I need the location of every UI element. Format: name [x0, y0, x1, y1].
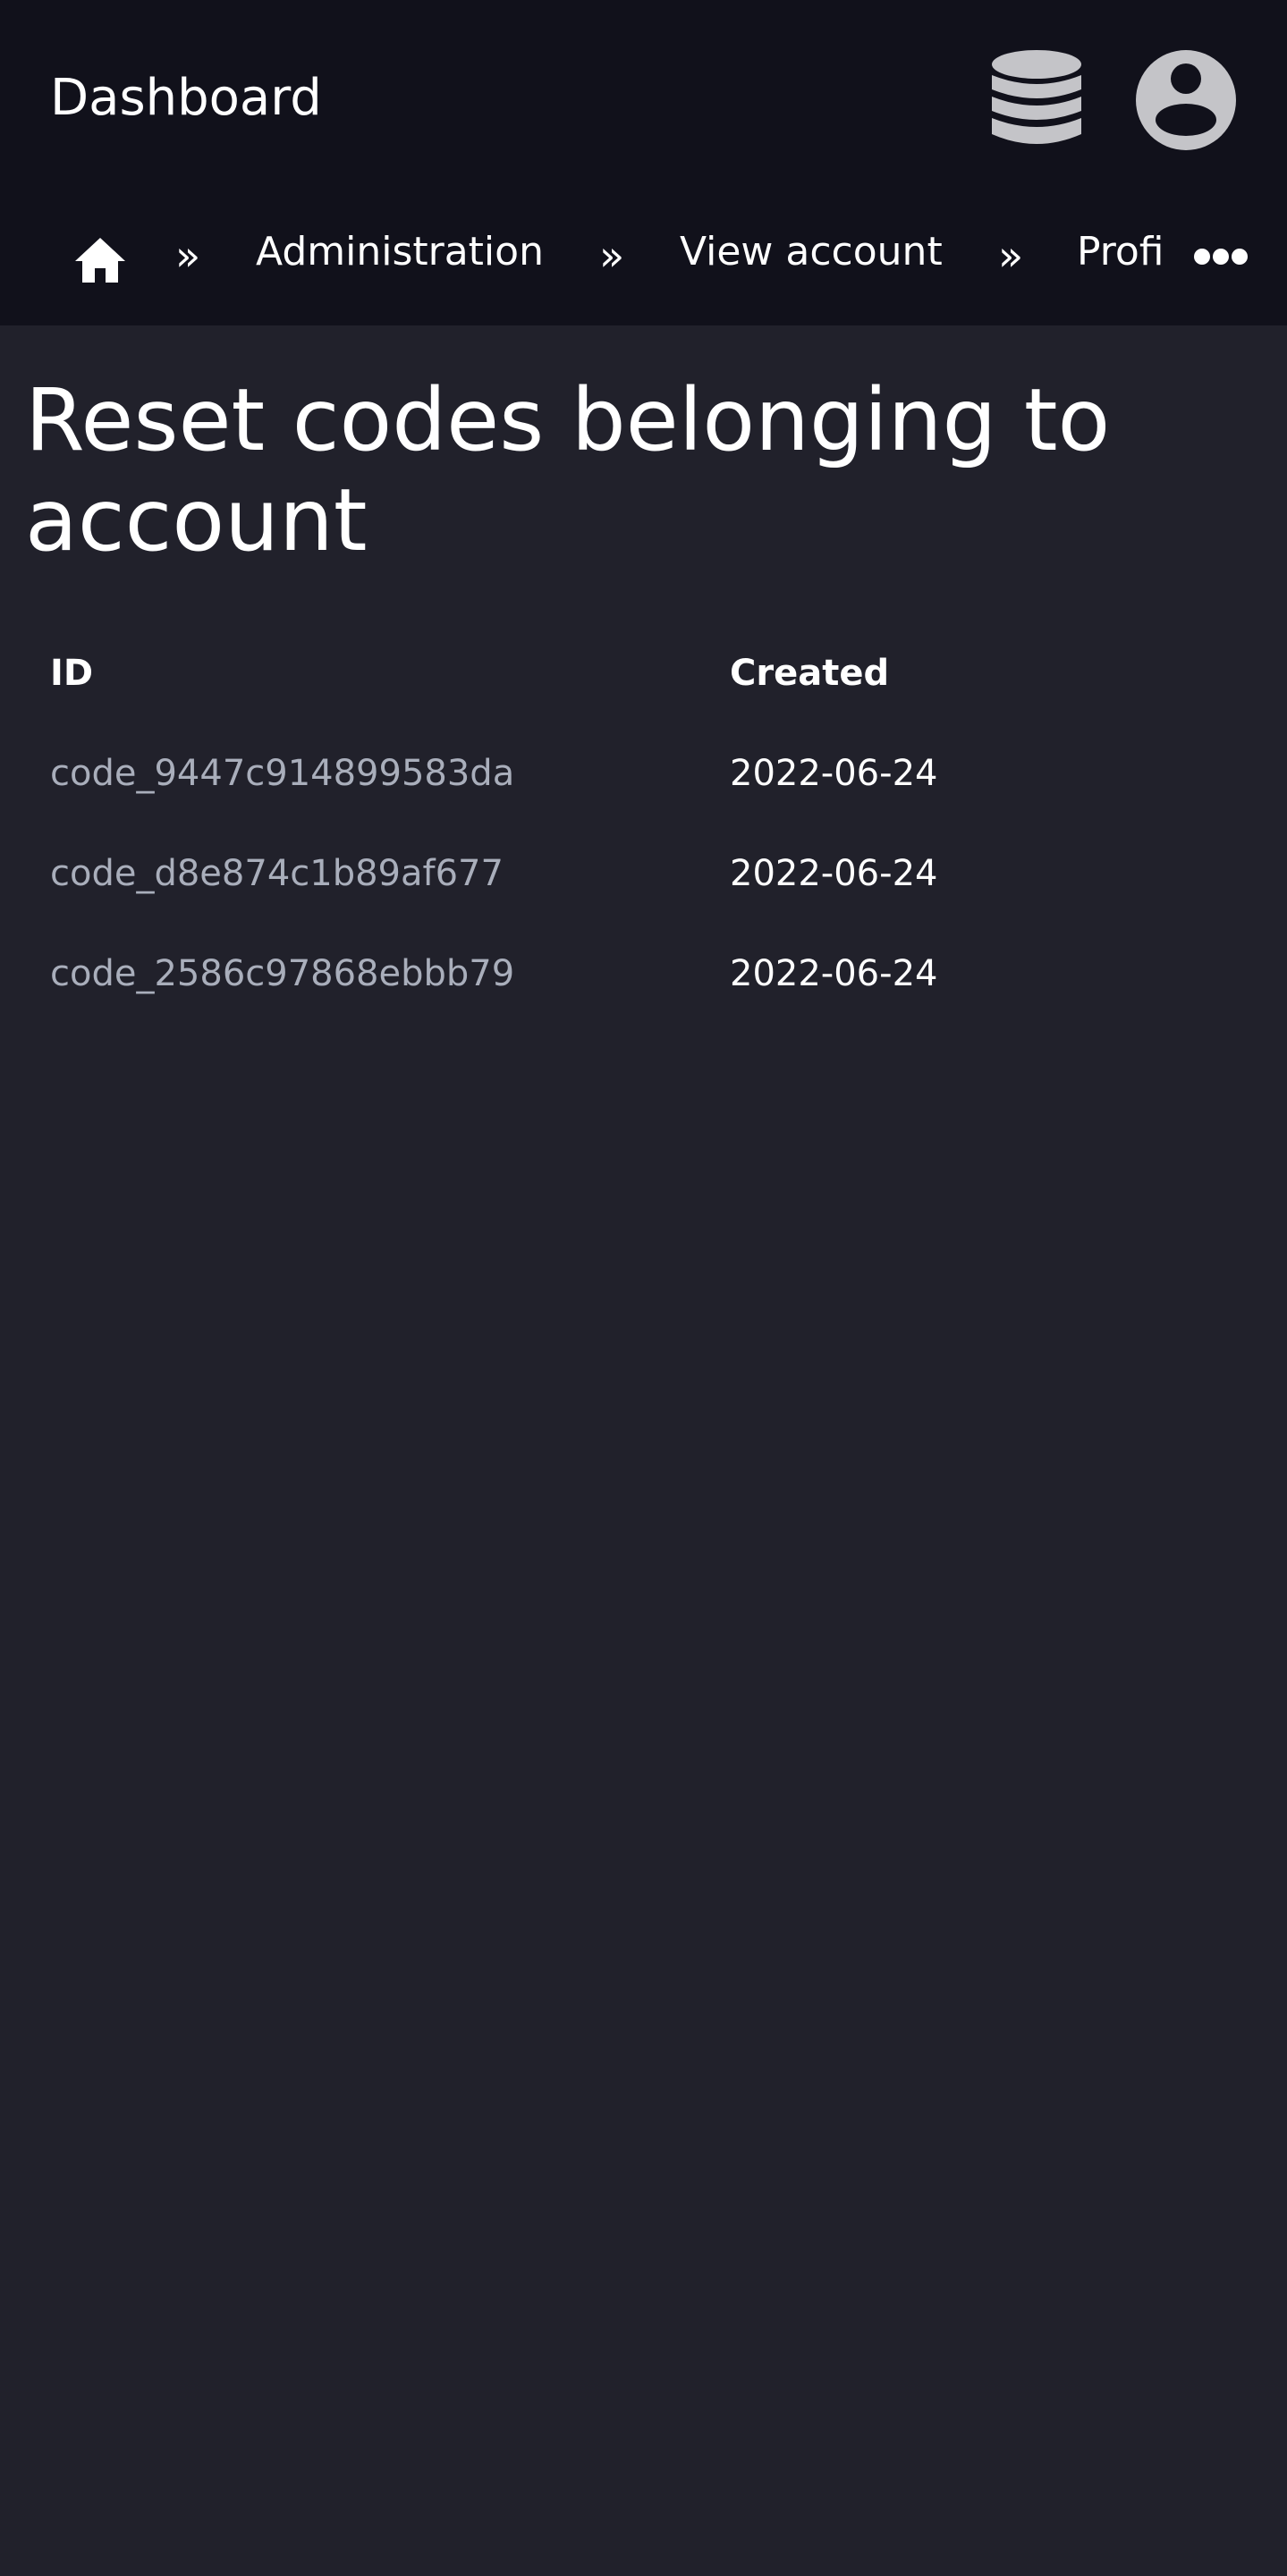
user-circle-icon[interactable] — [1134, 48, 1238, 152]
created-date: 2022-06-24 — [730, 853, 938, 894]
breadcrumb-separator: » — [599, 232, 625, 280]
reset-code-id-link[interactable]: code_9447c914899583da — [50, 751, 514, 796]
breadcrumb-separator: » — [998, 232, 1024, 280]
ellipsis-icon[interactable] — [1193, 247, 1249, 266]
dashboard-brand-link[interactable]: Dashboard — [50, 68, 322, 129]
breadcrumb-separator: » — [175, 232, 201, 280]
home-icon[interactable] — [73, 236, 127, 284]
column-header-created: Created — [730, 653, 890, 694]
table-row: code_2586c97868ebbb79 2022-06-24 — [50, 926, 1240, 1026]
breadcrumb: » Administration » View account » Profi — [0, 215, 1287, 304]
breadcrumb-profile[interactable]: Profi — [1077, 227, 1164, 277]
reset-code-id-link[interactable]: code_2586c97868ebbb79 — [50, 951, 514, 996]
breadcrumb-profile-clip: Profi — [1077, 227, 1168, 281]
breadcrumb-view-account[interactable]: View account — [680, 227, 943, 277]
table-row: code_d8e874c1b89af677 2022-06-24 — [50, 826, 1240, 926]
table-row: code_9447c914899583da 2022-06-24 — [50, 726, 1240, 826]
breadcrumb-administration[interactable]: Administration — [256, 227, 544, 277]
created-date: 2022-06-24 — [730, 953, 938, 994]
top-navbar: Dashboard » Administration » View accoun… — [0, 0, 1287, 325]
reset-code-id-link[interactable]: code_d8e874c1b89af677 — [50, 851, 504, 896]
created-date: 2022-06-24 — [730, 753, 938, 794]
table-header-row: ID Created — [50, 626, 1240, 726]
database-icon[interactable] — [987, 48, 1086, 154]
column-header-id: ID — [50, 653, 94, 694]
page-title: Reset codes belonging to account — [25, 370, 1111, 570]
